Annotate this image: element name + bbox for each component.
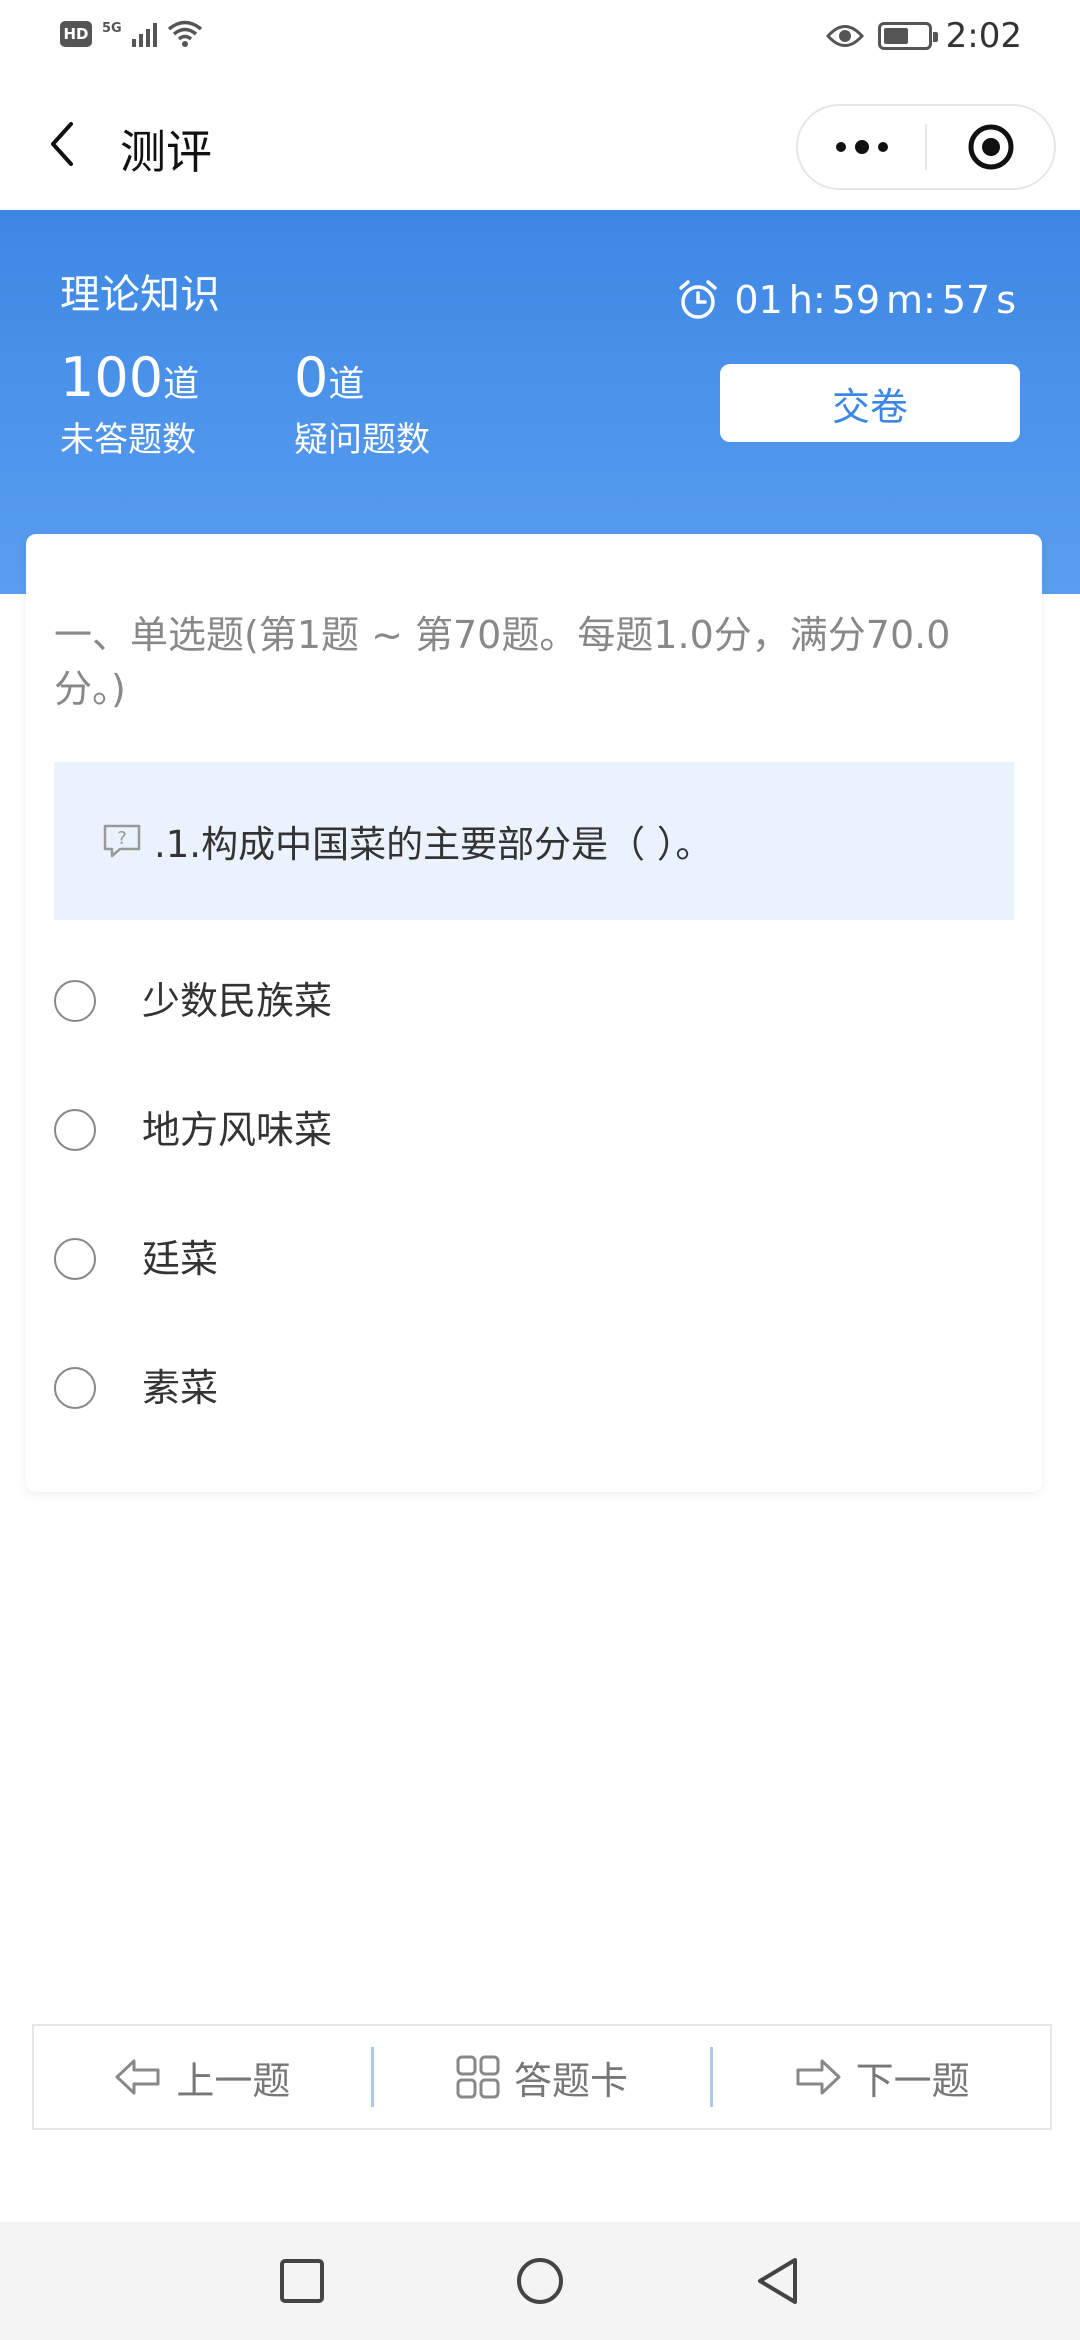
back-button[interactable] xyxy=(36,114,86,174)
timer-seconds-label: s xyxy=(996,278,1016,322)
option-label: 地方风味菜 xyxy=(142,1108,333,1152)
answer-card-label: 答题卡 xyxy=(514,2058,629,2103)
radio-button[interactable] xyxy=(54,1367,96,1409)
question-navigation: 上一题 答题卡 下一题 xyxy=(32,2024,1052,2130)
question-icon: ? xyxy=(103,824,141,858)
eye-icon xyxy=(825,25,864,47)
target-icon xyxy=(968,124,1013,170)
alarm-clock-icon xyxy=(679,280,718,319)
arrow-left-icon xyxy=(115,2059,160,2095)
option-label: 廷菜 xyxy=(142,1237,219,1281)
timer-hours: 01 xyxy=(734,278,783,322)
timer-minutes-label: m: xyxy=(886,278,936,322)
status-right: 2:02 xyxy=(825,16,1022,56)
status-left: HD 5G xyxy=(60,20,203,48)
recents-square-icon[interactable] xyxy=(279,2258,325,2304)
doubtful-stat: 0道 疑问题数 xyxy=(294,346,430,461)
option-d[interactable]: 素菜 xyxy=(54,1361,1014,1490)
subject-title: 理论知识 xyxy=(60,272,220,318)
signal-icon xyxy=(131,21,157,47)
wifi-icon xyxy=(167,20,202,47)
timer-seconds: 57 xyxy=(941,278,991,322)
unanswered-count: 100 xyxy=(60,346,164,409)
more-button[interactable] xyxy=(798,106,925,188)
svg-text:?: ? xyxy=(117,828,127,849)
next-question-label: 下一题 xyxy=(855,2058,970,2103)
radio-button[interactable] xyxy=(54,1238,96,1280)
submit-exam-button[interactable]: 交卷 xyxy=(720,364,1020,442)
timer-hours-label: h: xyxy=(788,278,826,322)
options-list: 少数民族菜 地方风味菜 廷菜 素菜 xyxy=(54,974,1014,1490)
more-dots-icon xyxy=(835,140,888,154)
radio-button[interactable] xyxy=(54,980,96,1022)
system-nav-bar xyxy=(0,2222,1080,2340)
section-title: 一、单选题(第1题 ~ 第70题。每题1.0分，满分70.0分。) xyxy=(54,613,951,711)
home-circle-icon[interactable] xyxy=(515,2256,565,2306)
page-title: 测评 xyxy=(120,125,212,179)
option-c[interactable]: 廷菜 xyxy=(54,1232,1014,1361)
timer-minutes: 59 xyxy=(831,278,880,322)
answer-card-button[interactable]: 答题卡 xyxy=(374,2026,711,2128)
network-type: 5G xyxy=(102,20,122,36)
status-bar: HD 5G 2:02 xyxy=(0,0,1080,80)
question-box: ? .1.构成中国菜的主要部分是（ ）。 xyxy=(54,762,1014,920)
hd-badge: HD xyxy=(60,21,92,47)
prev-question-button[interactable]: 上一题 xyxy=(34,2026,371,2128)
next-question-button[interactable]: 下一题 xyxy=(713,2026,1050,2128)
doubtful-label: 疑问题数 xyxy=(294,420,430,460)
option-a[interactable]: 少数民族菜 xyxy=(54,974,1014,1103)
mini-program-capsule xyxy=(796,104,1056,190)
countdown-timer: 01 h: 59 m: 57 s xyxy=(676,278,1016,322)
option-label: 素菜 xyxy=(142,1366,219,1410)
question-card: 一、单选题(第1题 ~ 第70题。每题1.0分，满分70.0分。) ? .1.构… xyxy=(26,534,1042,1492)
unanswered-stat: 100道 未答题数 xyxy=(60,346,199,461)
back-triangle-icon[interactable] xyxy=(755,2256,801,2306)
radio-button[interactable] xyxy=(54,1109,96,1151)
status-time: 2:02 xyxy=(945,16,1022,56)
nav-bar: 测评 xyxy=(0,80,1080,210)
doubtful-count: 0 xyxy=(294,346,329,409)
grid-icon xyxy=(456,2055,500,2099)
option-b[interactable]: 地方风味菜 xyxy=(54,1103,1014,1232)
doubtful-unit: 道 xyxy=(328,364,365,405)
arrow-right-icon xyxy=(796,2059,841,2095)
unanswered-unit: 道 xyxy=(163,364,200,405)
battery-icon xyxy=(877,22,938,50)
prev-question-label: 上一题 xyxy=(176,2058,291,2103)
close-mini-program-button[interactable] xyxy=(927,106,1054,188)
chevron-left-icon xyxy=(51,122,73,166)
timer-value: 01 h: 59 m: 57 s xyxy=(734,278,1016,322)
option-label: 少数民族菜 xyxy=(142,979,333,1023)
question-text: .1.构成中国菜的主要部分是（ ）。 xyxy=(154,823,713,866)
unanswered-label: 未答题数 xyxy=(60,420,196,460)
